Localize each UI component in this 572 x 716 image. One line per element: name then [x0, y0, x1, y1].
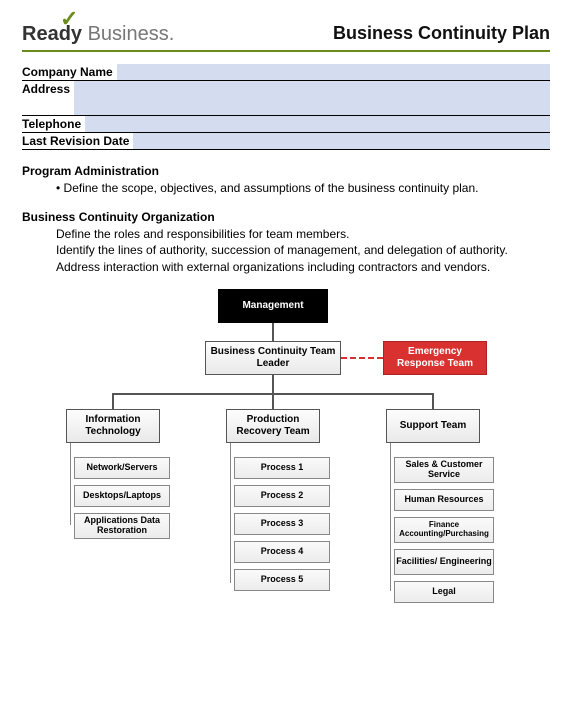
col3-item-2: Finance Accounting/Purchasing: [394, 517, 494, 543]
col3-item-4: Legal: [394, 581, 494, 603]
org-chart: Management Business Continuity Team Lead…: [22, 289, 550, 639]
admin-heading: Program Administration: [22, 164, 550, 178]
company-name-input[interactable]: [117, 64, 550, 80]
col1-item-2: Applications Data Restoration: [74, 513, 170, 539]
col2-item-4: Process 5: [234, 569, 330, 591]
org-line-2: Address interaction with external organi…: [56, 259, 550, 275]
col2-item-1: Process 2: [234, 485, 330, 507]
section-org: Business Continuity Organization Define …: [22, 210, 550, 275]
col3-item-1: Human Resources: [394, 489, 494, 511]
last-revision-input[interactable]: [133, 133, 550, 149]
logo-ready: Ready: [22, 23, 82, 45]
admin-line-0: Define the scope, objectives, and assump…: [56, 180, 550, 196]
section-admin: Program Administration Define the scope,…: [22, 164, 550, 196]
col2-item-2: Process 3: [234, 513, 330, 535]
col1-head: Information Technology: [66, 409, 160, 443]
header: ✓ Ready Business. Business Continuity Pl…: [22, 14, 550, 52]
form: Company Name Address Telephone Last Revi…: [22, 64, 550, 150]
col3-item-3: Facilities/ Engineering: [394, 549, 494, 575]
org-side: Emergency Response Team: [383, 341, 487, 375]
address-label: Address: [22, 81, 74, 115]
org-line-1: Identify the lines of authority, success…: [56, 242, 550, 258]
address-input[interactable]: [74, 81, 550, 115]
col1-item-0: Network/Servers: [74, 457, 170, 479]
col1-item-1: Desktops/Laptops: [74, 485, 170, 507]
col3-head: Support Team: [386, 409, 480, 443]
org-heading: Business Continuity Organization: [22, 210, 550, 224]
logo-business: Business.: [82, 23, 174, 45]
telephone-input[interactable]: [85, 116, 550, 132]
col2-item-3: Process 4: [234, 541, 330, 563]
col3-item-0: Sales & Customer Service: [394, 457, 494, 483]
logo: ✓ Ready Business.: [22, 14, 174, 44]
org-second: Business Continuity Team Leader: [205, 341, 341, 375]
org-root: Management: [218, 289, 328, 323]
col2-head: Production Recovery Team: [226, 409, 320, 443]
company-name-label: Company Name: [22, 64, 117, 80]
telephone-label: Telephone: [22, 116, 85, 132]
page-title: Business Continuity Plan: [333, 23, 550, 44]
org-line-0: Define the roles and responsibilities fo…: [56, 226, 550, 242]
last-revision-label: Last Revision Date: [22, 133, 133, 149]
col2-item-0: Process 1: [234, 457, 330, 479]
